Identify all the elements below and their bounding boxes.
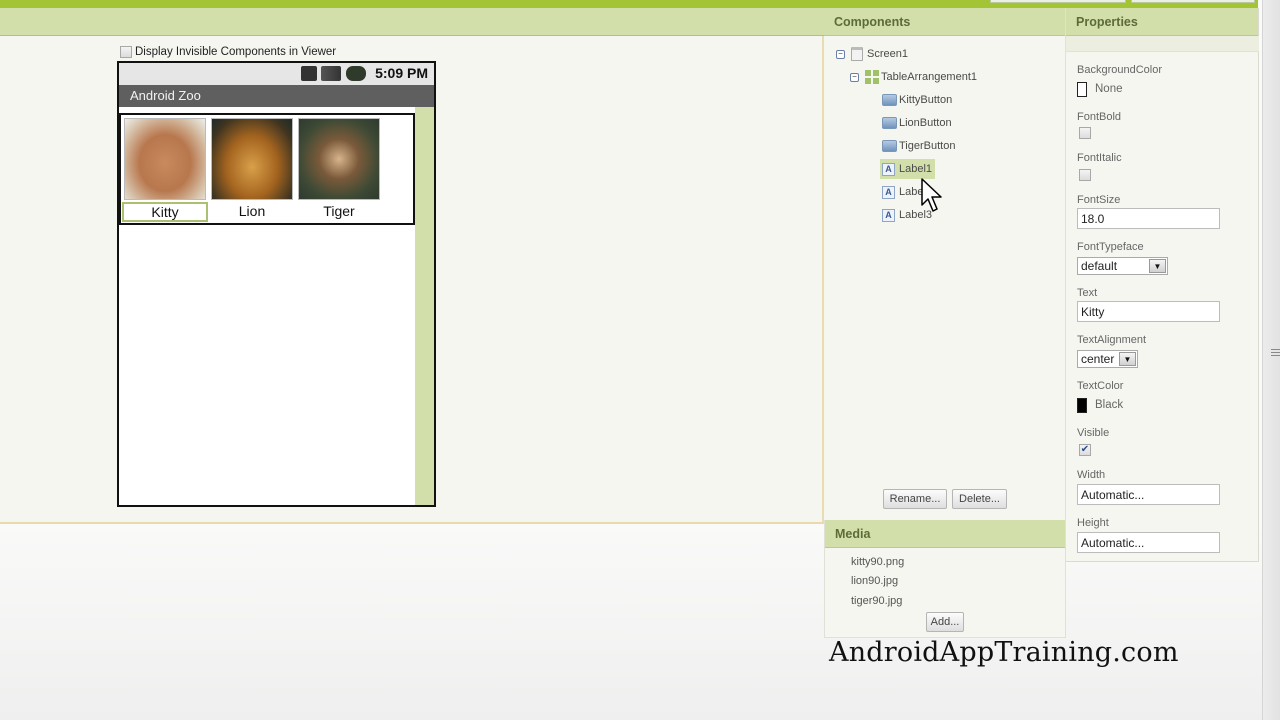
button-icon [882, 117, 897, 129]
height-label: Height [1077, 517, 1109, 529]
textcolor-value[interactable]: Black [1095, 399, 1123, 411]
lion-label[interactable]: Lion [209, 202, 295, 222]
components-header: Components [824, 8, 1065, 36]
visible-checkbox[interactable]: ✔ [1079, 444, 1091, 456]
table-arrangement-icon [865, 70, 879, 84]
label-icon: A [882, 162, 895, 176]
viewer-header [0, 8, 824, 36]
tiger-label[interactable]: Tiger [296, 202, 382, 222]
top-toolbar-button[interactable] [1131, 0, 1255, 3]
lion-button[interactable] [211, 118, 293, 200]
app-title-bar: Android Zoo [119, 85, 434, 107]
textcolor-label: TextColor [1077, 380, 1124, 392]
display-invisible-label: Display Invisible Components in Viewer [135, 46, 337, 58]
watermark: AndroidAppTraining.com [829, 637, 1179, 668]
backgroundcolor-swatch[interactable] [1077, 82, 1087, 97]
visible-label: Visible [1077, 427, 1110, 439]
page-scrollbar[interactable] [1262, 0, 1280, 720]
text-input[interactable]: Kitty [1077, 301, 1220, 322]
tree-item-tablearrangement1[interactable]: − TableArrangement1 [850, 67, 977, 87]
phone-preview: 5:09 PM Android Zoo Kitty Lion Tiger [117, 61, 436, 507]
media-file[interactable]: lion90.jpg [851, 575, 898, 587]
textcolor-swatch[interactable] [1077, 398, 1087, 413]
dropdown-arrow-icon[interactable]: ▼ [1149, 259, 1166, 273]
signal-icon [321, 66, 341, 81]
status-time: 5:09 PM [375, 65, 428, 81]
dropdown-arrow-icon[interactable]: ▼ [1119, 352, 1136, 366]
fontbold-checkbox[interactable] [1079, 127, 1091, 139]
media-file[interactable]: tiger90.jpg [851, 595, 902, 607]
components-panel: Components − Screen1 − TableArrangement1… [824, 8, 1066, 520]
display-invisible-option[interactable]: Display Invisible Components in Viewer [120, 46, 336, 58]
text-label: Text [1077, 287, 1098, 299]
battery-icon [346, 66, 366, 81]
tree-item-screen1[interactable]: − Screen1 [836, 44, 908, 64]
tree-item-tigerbutton[interactable]: TigerButton [882, 136, 955, 156]
fontsize-label: FontSize [1077, 194, 1121, 206]
tiger-button[interactable] [298, 118, 380, 200]
delete-button[interactable]: Delete... [952, 489, 1007, 509]
button-icon [882, 140, 897, 152]
label-icon: A [882, 208, 895, 222]
screen-icon [851, 47, 863, 61]
fontbold-label: FontBold [1077, 111, 1122, 123]
properties-panel: Properties BackgroundColor None FontBold… [1066, 8, 1259, 562]
table-arrangement[interactable]: Kitty Lion Tiger [119, 113, 415, 225]
width-input[interactable]: Automatic... [1077, 484, 1220, 505]
backgroundcolor-value[interactable]: None [1095, 83, 1123, 95]
fonttypeface-label: FontTypeface [1077, 241, 1144, 253]
textalignment-select[interactable]: center ▼ [1077, 350, 1138, 368]
kitty-label[interactable]: Kitty [122, 202, 208, 222]
phone-status-bar: 5:09 PM [119, 63, 434, 85]
fontitalic-label: FontItalic [1077, 152, 1122, 164]
screen-scrollbar[interactable] [415, 107, 434, 505]
add-media-button[interactable]: Add... [926, 612, 964, 632]
media-panel: Media kitty90.png lion90.jpg tiger90.jpg… [824, 520, 1066, 638]
tree-item-kittybutton[interactable]: KittyButton [882, 90, 952, 110]
button-icon [882, 94, 897, 106]
collapse-icon[interactable]: − [836, 49, 845, 59]
top-toolbar-button[interactable] [990, 0, 1126, 3]
properties-header: Properties [1066, 8, 1258, 36]
display-invisible-checkbox[interactable] [120, 46, 132, 58]
media-header: Media [825, 520, 1065, 548]
media-file[interactable]: kitty90.png [851, 556, 904, 568]
textalignment-label: TextAlignment [1077, 334, 1147, 346]
sim-icon [301, 66, 317, 81]
kitty-button[interactable] [124, 118, 206, 200]
tree-item-label1[interactable]: A Label1 [880, 159, 936, 179]
scrollbar-grip-icon[interactable] [1271, 349, 1280, 356]
mouse-cursor-icon [921, 178, 942, 212]
rename-button[interactable]: Rename... [883, 489, 947, 509]
height-input[interactable]: Automatic... [1077, 532, 1220, 553]
fontitalic-checkbox[interactable] [1079, 169, 1091, 181]
collapse-icon[interactable]: − [850, 72, 859, 82]
label-icon: A [882, 185, 895, 199]
fonttypeface-select[interactable]: default ▼ [1077, 257, 1168, 275]
tree-item-lionbutton[interactable]: LionButton [882, 113, 952, 133]
fontsize-input[interactable]: 18.0 [1077, 208, 1220, 229]
properties-subheader [1066, 36, 1259, 52]
width-label: Width [1077, 469, 1106, 481]
backgroundcolor-label: BackgroundColor [1077, 64, 1162, 76]
